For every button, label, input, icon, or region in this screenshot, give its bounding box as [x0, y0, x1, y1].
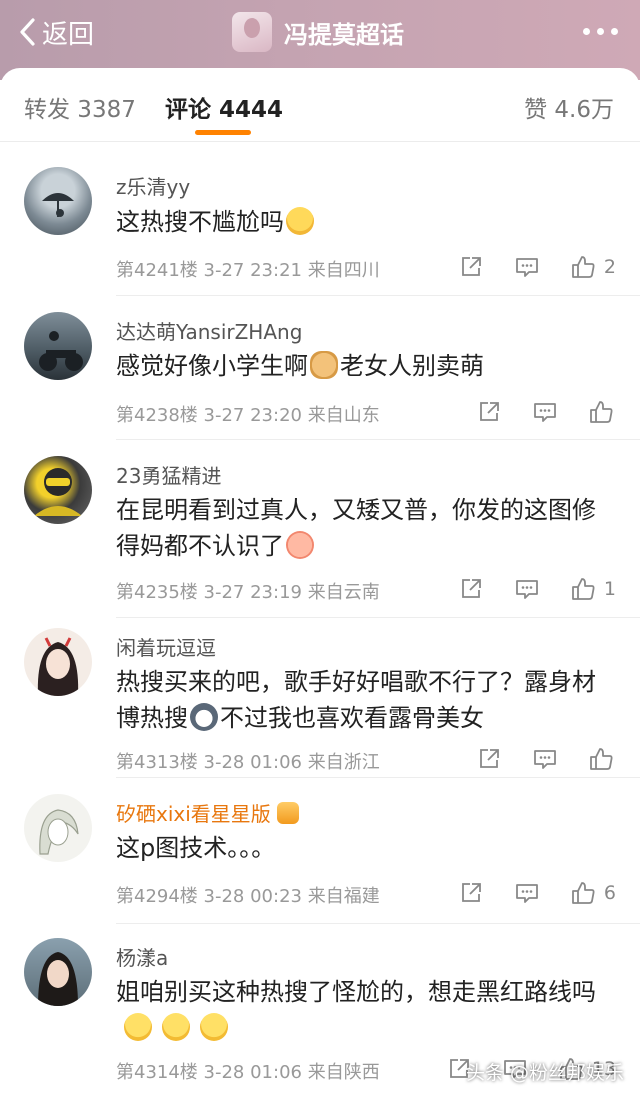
- like-count: 2: [603, 256, 616, 278]
- laughing-emoji-icon: [286, 531, 314, 559]
- comment-meta: 第4294楼 3-28 00:23 来自福建: [116, 886, 380, 907]
- comment-text: 热搜买来的吧，歌手好好唱歌不行了？露身材博热搜 不过我也喜欢看露骨美女: [116, 664, 606, 736]
- comment-body: 这p图技术。。。: [116, 834, 276, 862]
- comment-actions: 1: [458, 576, 616, 602]
- like-button[interactable]: [588, 399, 614, 425]
- supertopic-avatar: [232, 12, 272, 52]
- share-button[interactable]: [476, 399, 502, 425]
- thumbs-up-icon: [572, 578, 595, 600]
- more-options-icon[interactable]: [583, 28, 618, 35]
- comment-text: 这p图技术。。。: [116, 830, 616, 866]
- comment-item: 闲着玩逗逗 热搜买来的吧，歌手好好唱歌不行了？露身材博热搜 不过我也喜欢看露骨美女…: [0, 618, 640, 778]
- chevron-left-icon: [20, 18, 35, 46]
- comment-item: z乐清yy 这热搜不尴尬吗 第4241楼 3-27 23:21 来自四川 2: [0, 150, 640, 296]
- thumbs-up-icon: [572, 882, 595, 904]
- comment-username[interactable]: z乐清yy: [116, 171, 190, 200]
- doge-emoji-icon: [310, 351, 338, 379]
- comment-meta: 第4314楼 3-28 01:06 来自陕西: [116, 1062, 380, 1083]
- thumbs-up-icon: [590, 401, 613, 423]
- smile-emoji-icon: [124, 1013, 152, 1041]
- thumbs-up-icon: [590, 748, 613, 770]
- avatar[interactable]: [24, 456, 92, 524]
- comment-text: 姐咱别买这种热搜了怪尬的，想走黑红路线吗: [116, 974, 606, 1046]
- back-button[interactable]: 返回: [18, 14, 94, 50]
- avatar[interactable]: [24, 167, 92, 235]
- reply-button[interactable]: [514, 880, 540, 906]
- like-button[interactable]: [588, 746, 614, 772]
- vip-crown-icon: [276, 802, 299, 824]
- tab-bar: 转发 3387 评论 4444 赞 4.6万: [0, 68, 640, 142]
- like-button[interactable]: 6: [570, 880, 616, 906]
- thumbs-up-icon: [572, 256, 595, 278]
- comment-meta: 第4313楼 3-28 01:06 来自浙江: [116, 752, 380, 773]
- comment-item: 达达萌YansirZHAng 感觉好像小学生啊 老女人别卖萌 第4238楼 3-2…: [0, 296, 640, 440]
- avatar[interactable]: [24, 312, 92, 380]
- supertopic-header[interactable]: 冯提莫超话: [232, 12, 404, 52]
- reply-button[interactable]: [532, 746, 558, 772]
- comment-body-cont: 不过我也喜欢看露骨美女: [220, 704, 484, 732]
- comment-username[interactable]: 杨漾a: [116, 942, 168, 971]
- comment-text: 这热搜不尴尬吗: [116, 204, 616, 240]
- comment-body: 感觉好像小学生啊: [116, 352, 308, 380]
- crying-emoji-icon: [286, 207, 314, 235]
- back-label: 返回: [42, 19, 95, 50]
- comment-icon: [516, 258, 538, 277]
- username-text: 矽硒xixi看星星版: [116, 802, 271, 826]
- comment-username[interactable]: 矽硒xixi看星星版: [116, 798, 301, 827]
- husky-emoji-icon: [190, 703, 218, 731]
- comment-body: 这热搜不尴尬吗: [116, 208, 284, 236]
- comment-actions: 2: [458, 254, 616, 280]
- share-icon: [462, 257, 481, 276]
- comment-item: 矽硒xixi看星星版 这p图技术。。。 第4294楼 3-28 00:23 来自…: [0, 778, 640, 924]
- comment-icon: [534, 750, 556, 769]
- comment-meta: 第4241楼 3-27 23:21 来自四川: [116, 260, 380, 281]
- page-title: 冯提莫超话: [284, 20, 404, 49]
- comment-icon: [516, 580, 538, 599]
- reply-button[interactable]: [532, 399, 558, 425]
- smile-emoji-icon: [162, 1013, 190, 1041]
- share-icon: [480, 749, 499, 768]
- comment-meta: 第4238楼 3-27 23:20 来自山东: [116, 405, 380, 426]
- comment-username[interactable]: 达达萌YansirZHAng: [116, 316, 302, 345]
- comment-actions: [476, 399, 614, 425]
- comment-actions: 6: [458, 880, 616, 906]
- comment-icon: [516, 884, 538, 903]
- share-button[interactable]: [458, 880, 484, 906]
- avatar[interactable]: [24, 794, 92, 862]
- comment-text: 感觉好像小学生啊 老女人别卖萌: [116, 348, 616, 384]
- comment-icon: [534, 403, 556, 422]
- avatar[interactable]: [24, 628, 92, 696]
- like-button[interactable]: 2: [570, 254, 616, 280]
- avatar[interactable]: [24, 938, 92, 1006]
- like-count: 1: [603, 578, 616, 600]
- active-tab-indicator: [195, 130, 251, 135]
- comment-item: 23勇猛精进 在昆明看到过真人，又矮又普，你发的这图修得妈都不认识了 第4235…: [0, 440, 640, 618]
- share-icon: [462, 579, 481, 598]
- share-button[interactable]: [458, 576, 484, 602]
- tab-repost[interactable]: 转发 3387: [24, 90, 136, 124]
- comment-body-cont: 老女人别卖萌: [340, 352, 484, 380]
- comment-username[interactable]: 闲着玩逗逗: [116, 632, 216, 661]
- share-button[interactable]: [458, 254, 484, 280]
- share-icon: [480, 402, 499, 421]
- reply-button[interactable]: [514, 254, 540, 280]
- tab-like[interactable]: 赞 4.6万: [524, 90, 614, 124]
- comment-text: 在昆明看到过真人，又矮又普，你发的这图修得妈都不认识了: [116, 492, 606, 564]
- share-button[interactable]: [476, 746, 502, 772]
- comment-actions: [476, 746, 614, 772]
- comment-body: 姐咱别买这种热搜了怪尬的，想走黑红路线吗: [116, 978, 596, 1006]
- like-count: 6: [603, 882, 616, 904]
- share-icon: [462, 883, 481, 902]
- comment-username[interactable]: 23勇猛精进: [116, 460, 221, 489]
- smile-emoji-icon: [200, 1013, 228, 1041]
- like-button[interactable]: 1: [570, 576, 616, 602]
- reply-button[interactable]: [514, 576, 540, 602]
- comment-meta: 第4235楼 3-27 23:19 来自云南: [116, 582, 380, 603]
- watermark: 头条 @粉丝邦娱乐: [465, 1062, 624, 1084]
- comment-body: 在昆明看到过真人，又矮又普，你发的这图修得妈都不认识了: [116, 496, 596, 560]
